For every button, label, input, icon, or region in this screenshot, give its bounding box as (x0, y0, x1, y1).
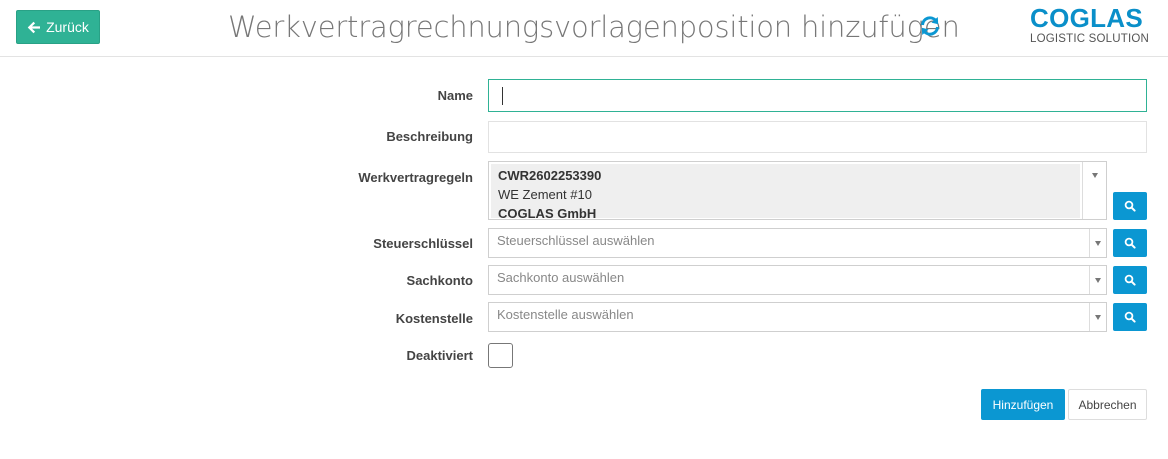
steuerschluessel-select[interactable]: Steuerschlüssel auswählen (488, 228, 1107, 258)
name-label: Name (437, 88, 473, 103)
sachkonto-select[interactable]: Sachkonto auswählen (488, 265, 1107, 295)
search-icon (1124, 200, 1136, 212)
deaktiviert-label: Deaktiviert (406, 348, 473, 363)
back-button-label: Zurück (46, 19, 89, 35)
search-icon (1124, 311, 1136, 323)
steuerschluessel-dropdown-toggle[interactable] (1089, 229, 1106, 257)
kostenstelle-search-button[interactable] (1113, 303, 1147, 331)
sachkonto-search-button[interactable] (1113, 266, 1147, 294)
add-button[interactable]: Hinzufügen (981, 389, 1065, 420)
logo-sub-text: LOGISTIC SOLUTION (1030, 33, 1150, 45)
cancel-button[interactable]: Abbrechen (1068, 389, 1147, 420)
steuerschluessel-label: Steuerschlüssel (373, 236, 473, 251)
caret-down-icon (1095, 278, 1101, 283)
caret-down-icon (1095, 315, 1101, 320)
beschreibung-label: Beschreibung (386, 129, 473, 144)
werkvertragregeln-dropdown-toggle[interactable] (1082, 162, 1106, 219)
kostenstelle-placeholder: Kostenstelle auswählen (497, 307, 634, 322)
werkvertragregeln-search-button[interactable] (1113, 192, 1147, 220)
kostenstelle-label: Kostenstelle (395, 311, 473, 326)
search-icon (1124, 274, 1136, 286)
refresh-icon[interactable] (918, 14, 942, 38)
beschreibung-input[interactable] (488, 121, 1147, 153)
selected-werkvertragregel[interactable]: CWR2602253390 WE Zement #10 COGLAS GmbH (491, 164, 1080, 221)
back-button[interactable]: Zurück (16, 10, 100, 44)
steuerschluessel-placeholder: Steuerschlüssel auswählen (497, 233, 655, 248)
page-header: Zurück Werkvertragrechnungsvorlagenposit… (0, 0, 1168, 57)
werkvertragregel-company: COGLAS GmbH (498, 206, 597, 221)
werkvertragregeln-label: Werkvertragregeln (358, 170, 473, 185)
sachkonto-dropdown-toggle[interactable] (1089, 266, 1106, 294)
arrow-left-icon (27, 21, 41, 33)
kostenstelle-select[interactable]: Kostenstelle auswählen (488, 302, 1107, 332)
werkvertragregel-name: WE Zement #10 (498, 187, 592, 202)
text-caret (502, 87, 503, 105)
werkvertragregel-code: CWR2602253390 (498, 168, 602, 183)
sachkonto-placeholder: Sachkonto auswählen (497, 270, 625, 285)
logo-main-text: COGLAS (1030, 3, 1144, 33)
company-logo: COGLAS LOGISTIC SOLUTION (1030, 4, 1150, 46)
search-icon (1124, 237, 1136, 249)
caret-down-icon (1095, 241, 1101, 246)
deaktiviert-checkbox[interactable] (488, 343, 513, 368)
page-title: Werkvertragrechnungsvorlagenposition hin… (228, 10, 960, 44)
sachkonto-label: Sachkonto (406, 273, 473, 288)
name-input[interactable] (488, 79, 1147, 112)
kostenstelle-dropdown-toggle[interactable] (1089, 303, 1106, 331)
werkvertragregeln-select[interactable]: CWR2602253390 WE Zement #10 COGLAS GmbH (488, 161, 1107, 221)
steuerschluessel-search-button[interactable] (1113, 229, 1147, 257)
caret-down-icon (1091, 173, 1098, 178)
